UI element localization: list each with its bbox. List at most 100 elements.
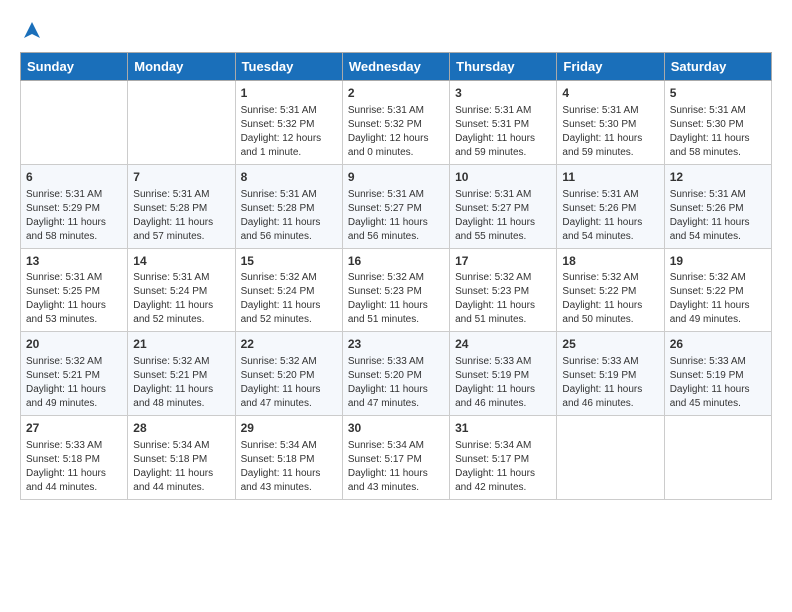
- logo-icon: [22, 20, 42, 40]
- logo: [20, 20, 44, 36]
- day-number: 16: [348, 253, 444, 270]
- calendar-day-cell: [128, 81, 235, 165]
- calendar-day-cell: 19Sunrise: 5:32 AM Sunset: 5:22 PM Dayli…: [664, 248, 771, 332]
- day-info: Sunrise: 5:34 AM Sunset: 5:18 PM Dayligh…: [241, 439, 337, 495]
- day-number: 25: [562, 336, 658, 353]
- day-info: Sunrise: 5:31 AM Sunset: 5:32 PM Dayligh…: [348, 104, 444, 160]
- day-number: 12: [670, 169, 766, 186]
- day-info: Sunrise: 5:31 AM Sunset: 5:32 PM Dayligh…: [241, 104, 337, 160]
- calendar-day-cell: 30Sunrise: 5:34 AM Sunset: 5:17 PM Dayli…: [342, 416, 449, 500]
- day-info: Sunrise: 5:32 AM Sunset: 5:24 PM Dayligh…: [241, 271, 337, 327]
- calendar-week-row: 20 Sunrise: 5:32 AM Sunset: 5:21 PM Dayli…: [21, 332, 772, 416]
- day-info: Sunrise: 5:31 AM Sunset: 5:30 PM Dayligh…: [562, 104, 658, 160]
- day-number: 19: [670, 253, 766, 270]
- day-info: Sunrise: 5:32 AM Sunset: 5:23 PM Dayligh…: [455, 271, 551, 327]
- day-number: 18: [562, 253, 658, 270]
- calendar-week-row: 27 Sunrise: 5:33 AM Sunset: 5:18 PM Dayli…: [21, 416, 772, 500]
- day-number: 14: [133, 253, 229, 270]
- calendar-week-row: 1 Sunrise: 5:31 AM Sunset: 5:32 PM Daylig…: [21, 81, 772, 165]
- calendar-week-row: 13Sunrise: 5:31 AM Sunset: 5:25 PM Dayli…: [21, 248, 772, 332]
- calendar-day-cell: 14Sunrise: 5:31 AM Sunset: 5:24 PM Dayli…: [128, 248, 235, 332]
- day-info: Sunrise: 5:32 AM Sunset: 5:22 PM Dayligh…: [670, 271, 766, 327]
- calendar-day-cell: 26 Sunrise: 5:33 AM Sunset: 5:19 PM Dayli…: [664, 332, 771, 416]
- calendar-header-tuesday: Tuesday: [235, 53, 342, 81]
- day-number: 8: [241, 169, 337, 186]
- calendar-day-cell: 5 Sunrise: 5:31 AM Sunset: 5:30 PM Daylig…: [664, 81, 771, 165]
- day-number: 4: [562, 85, 658, 102]
- day-number: 6: [26, 169, 122, 186]
- day-info: Sunrise: 5:33 AM Sunset: 5:19 PM Dayligh…: [670, 355, 766, 411]
- day-info: Sunrise: 5:31 AM Sunset: 5:29 PM Dayligh…: [26, 188, 122, 244]
- day-info: Sunrise: 5:31 AM Sunset: 5:30 PM Dayligh…: [670, 104, 766, 160]
- day-info: Sunrise: 5:32 AM Sunset: 5:22 PM Dayligh…: [562, 271, 658, 327]
- calendar-day-cell: 18Sunrise: 5:32 AM Sunset: 5:22 PM Dayli…: [557, 248, 664, 332]
- day-number: 13: [26, 253, 122, 270]
- day-info: Sunrise: 5:32 AM Sunset: 5:23 PM Dayligh…: [348, 271, 444, 327]
- calendar-day-cell: 24 Sunrise: 5:33 AM Sunset: 5:19 PM Dayli…: [450, 332, 557, 416]
- calendar-day-cell: 25 Sunrise: 5:33 AM Sunset: 5:19 PM Dayli…: [557, 332, 664, 416]
- day-info: Sunrise: 5:32 AM Sunset: 5:20 PM Dayligh…: [241, 355, 337, 411]
- day-number: 31: [455, 420, 551, 437]
- calendar-week-row: 6 Sunrise: 5:31 AM Sunset: 5:29 PM Daylig…: [21, 164, 772, 248]
- calendar-day-cell: 28Sunrise: 5:34 AM Sunset: 5:18 PM Dayli…: [128, 416, 235, 500]
- calendar-day-cell: 1 Sunrise: 5:31 AM Sunset: 5:32 PM Daylig…: [235, 81, 342, 165]
- calendar-day-cell: 17Sunrise: 5:32 AM Sunset: 5:23 PM Dayli…: [450, 248, 557, 332]
- day-info: Sunrise: 5:33 AM Sunset: 5:18 PM Dayligh…: [26, 439, 122, 495]
- day-number: 29: [241, 420, 337, 437]
- day-number: 22: [241, 336, 337, 353]
- calendar-day-cell: 13Sunrise: 5:31 AM Sunset: 5:25 PM Dayli…: [21, 248, 128, 332]
- day-number: 15: [241, 253, 337, 270]
- day-info: Sunrise: 5:31 AM Sunset: 5:26 PM Dayligh…: [670, 188, 766, 244]
- day-info: Sunrise: 5:31 AM Sunset: 5:27 PM Dayligh…: [348, 188, 444, 244]
- calendar-header-monday: Monday: [128, 53, 235, 81]
- day-info: Sunrise: 5:31 AM Sunset: 5:27 PM Dayligh…: [455, 188, 551, 244]
- day-number: 20: [26, 336, 122, 353]
- calendar-table: SundayMondayTuesdayWednesdayThursdayFrid…: [20, 52, 772, 500]
- calendar-day-cell: 31 Sunrise: 5:34 AM Sunset: 5:17 PM Dayli…: [450, 416, 557, 500]
- calendar-day-cell: 4 Sunrise: 5:31 AM Sunset: 5:30 PM Daylig…: [557, 81, 664, 165]
- day-number: 21: [133, 336, 229, 353]
- day-number: 5: [670, 85, 766, 102]
- day-number: 1: [241, 85, 337, 102]
- day-info: Sunrise: 5:32 AM Sunset: 5:21 PM Dayligh…: [26, 355, 122, 411]
- day-number: 3: [455, 85, 551, 102]
- calendar-day-cell: [21, 81, 128, 165]
- calendar-day-cell: 2 Sunrise: 5:31 AM Sunset: 5:32 PM Daylig…: [342, 81, 449, 165]
- calendar-day-cell: [557, 416, 664, 500]
- calendar-header-wednesday: Wednesday: [342, 53, 449, 81]
- calendar-day-cell: 29 Sunrise: 5:34 AM Sunset: 5:18 PM Dayli…: [235, 416, 342, 500]
- day-number: 23: [348, 336, 444, 353]
- day-number: 2: [348, 85, 444, 102]
- calendar-header-sunday: Sunday: [21, 53, 128, 81]
- day-number: 27: [26, 420, 122, 437]
- calendar-day-cell: 10 Sunrise: 5:31 AM Sunset: 5:27 PM Dayli…: [450, 164, 557, 248]
- day-number: 17: [455, 253, 551, 270]
- calendar-day-cell: 27 Sunrise: 5:33 AM Sunset: 5:18 PM Dayli…: [21, 416, 128, 500]
- day-info: Sunrise: 5:34 AM Sunset: 5:17 PM Dayligh…: [348, 439, 444, 495]
- day-number: 7: [133, 169, 229, 186]
- calendar-day-cell: 20 Sunrise: 5:32 AM Sunset: 5:21 PM Dayli…: [21, 332, 128, 416]
- day-number: 10: [455, 169, 551, 186]
- day-number: 26: [670, 336, 766, 353]
- day-number: 9: [348, 169, 444, 186]
- day-info: Sunrise: 5:31 AM Sunset: 5:28 PM Dayligh…: [241, 188, 337, 244]
- page-header: [20, 20, 772, 36]
- day-info: Sunrise: 5:31 AM Sunset: 5:26 PM Dayligh…: [562, 188, 658, 244]
- day-info: Sunrise: 5:31 AM Sunset: 5:31 PM Dayligh…: [455, 104, 551, 160]
- day-info: Sunrise: 5:31 AM Sunset: 5:28 PM Dayligh…: [133, 188, 229, 244]
- day-info: Sunrise: 5:33 AM Sunset: 5:19 PM Dayligh…: [455, 355, 551, 411]
- calendar-header-row: SundayMondayTuesdayWednesdayThursdayFrid…: [21, 53, 772, 81]
- calendar-header-friday: Friday: [557, 53, 664, 81]
- day-info: Sunrise: 5:34 AM Sunset: 5:17 PM Dayligh…: [455, 439, 551, 495]
- calendar-day-cell: 8 Sunrise: 5:31 AM Sunset: 5:28 PM Daylig…: [235, 164, 342, 248]
- calendar-day-cell: 12 Sunrise: 5:31 AM Sunset: 5:26 PM Dayli…: [664, 164, 771, 248]
- day-info: Sunrise: 5:31 AM Sunset: 5:24 PM Dayligh…: [133, 271, 229, 327]
- day-info: Sunrise: 5:33 AM Sunset: 5:19 PM Dayligh…: [562, 355, 658, 411]
- day-number: 24: [455, 336, 551, 353]
- day-info: Sunrise: 5:32 AM Sunset: 5:21 PM Dayligh…: [133, 355, 229, 411]
- calendar-day-cell: 22 Sunrise: 5:32 AM Sunset: 5:20 PM Dayli…: [235, 332, 342, 416]
- calendar-header-saturday: Saturday: [664, 53, 771, 81]
- calendar-header-thursday: Thursday: [450, 53, 557, 81]
- day-number: 28: [133, 420, 229, 437]
- calendar-day-cell: 9 Sunrise: 5:31 AM Sunset: 5:27 PM Daylig…: [342, 164, 449, 248]
